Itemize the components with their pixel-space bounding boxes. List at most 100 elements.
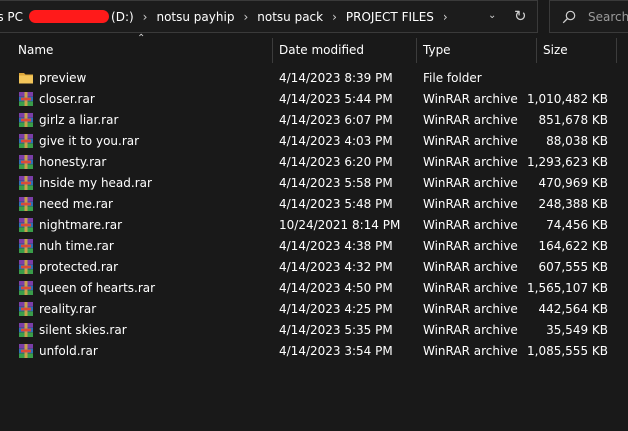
- file-row-reality[interactable]: reality.rar 4/14/2023 4:25 PM WinRAR arc…: [0, 299, 628, 320]
- file-size: 1,010,482 KB: [527, 92, 608, 106]
- search-box[interactable]: Search: [549, 0, 628, 33]
- file-type: WinRAR archive: [423, 260, 518, 274]
- file-name: girlz a liar.rar: [39, 113, 119, 127]
- file-name: unfold.rar: [39, 344, 98, 358]
- winrar-archive-icon: [18, 259, 34, 275]
- file-date: 4/14/2023 4:25 PM: [279, 302, 393, 316]
- winrar-archive-icon: [18, 175, 34, 191]
- column-header-name[interactable]: Name: [18, 38, 53, 63]
- file-size: 88,038 KB: [546, 134, 608, 148]
- file-type: WinRAR archive: [423, 323, 518, 337]
- file-list: preview 4/14/2023 8:39 PM File folder cl…: [0, 68, 628, 362]
- breadcrumb-this-pc[interactable]: is PC: [0, 10, 23, 24]
- column-header-row: Name Date modified Type Size: [0, 38, 628, 63]
- file-name: reality.rar: [39, 302, 97, 316]
- file-date: 4/14/2023 4:32 PM: [279, 260, 393, 274]
- file-type: WinRAR archive: [423, 197, 518, 211]
- file-date: 4/14/2023 6:07 PM: [279, 113, 393, 127]
- column-header-size[interactable]: Size: [543, 38, 568, 63]
- winrar-archive-icon: [18, 238, 34, 254]
- file-date: 4/14/2023 5:48 PM: [279, 197, 393, 211]
- breadcrumb-separator-icon[interactable]: ›: [323, 10, 346, 24]
- file-name: closer.rar: [39, 92, 95, 106]
- chevron-down-icon[interactable]: ⌄: [488, 10, 496, 21]
- file-type: WinRAR archive: [423, 281, 518, 295]
- winrar-archive-icon: [18, 343, 34, 359]
- file-size: 607,555 KB: [538, 260, 608, 274]
- file-row-nuh-time[interactable]: nuh time.rar 4/14/2023 4:38 PM WinRAR ar…: [0, 236, 628, 257]
- file-date: 4/14/2023 4:38 PM: [279, 239, 393, 253]
- file-date: 10/24/2021 8:14 PM: [279, 218, 401, 232]
- column-header-date[interactable]: Date modified: [279, 38, 364, 63]
- file-size: 1,293,623 KB: [527, 155, 608, 169]
- winrar-archive-icon: [18, 91, 34, 107]
- file-size: 35,549 KB: [546, 323, 608, 337]
- file-name: give it to you.rar: [39, 134, 140, 148]
- winrar-archive-icon: [18, 280, 34, 296]
- refresh-icon[interactable]: ↻: [514, 7, 527, 25]
- file-type: WinRAR archive: [423, 302, 518, 316]
- folder-icon: [18, 70, 34, 86]
- file-size: 851,678 KB: [538, 113, 608, 127]
- file-row-protected[interactable]: protected.rar 4/14/2023 4:32 PM WinRAR a…: [0, 257, 628, 278]
- address-bar[interactable]: is PC (D:) › notsu payhip › notsu pack ›…: [0, 0, 538, 33]
- file-name: honesty.rar: [39, 155, 107, 169]
- file-date: 4/14/2023 5:58 PM: [279, 176, 393, 190]
- search-input[interactable]: Search: [588, 10, 628, 24]
- file-date: 4/14/2023 5:44 PM: [279, 92, 393, 106]
- column-divider[interactable]: [272, 38, 273, 63]
- file-row-need-me[interactable]: need me.rar 4/14/2023 5:48 PM WinRAR arc…: [0, 194, 628, 215]
- file-size: 1,565,107 KB: [527, 281, 608, 295]
- breadcrumb-notsu-payhip[interactable]: notsu payhip: [156, 10, 234, 24]
- winrar-archive-icon: [18, 154, 34, 170]
- winrar-archive-icon: [18, 112, 34, 128]
- file-name: nuh time.rar: [39, 239, 114, 253]
- file-date: 4/14/2023 4:03 PM: [279, 134, 393, 148]
- file-row-unfold[interactable]: unfold.rar 4/14/2023 3:54 PM WinRAR arch…: [0, 341, 628, 362]
- file-name: nightmare.rar: [39, 218, 122, 232]
- file-type: WinRAR archive: [423, 344, 518, 358]
- breadcrumb-drive[interactable]: (D:): [111, 10, 134, 24]
- column-divider[interactable]: [536, 38, 537, 63]
- breadcrumb-project-files[interactable]: PROJECT FILES: [346, 10, 434, 24]
- file-row-girlz-a-liar[interactable]: girlz a liar.rar 4/14/2023 6:07 PM WinRA…: [0, 110, 628, 131]
- winrar-archive-icon: [18, 322, 34, 338]
- file-name: silent skies.rar: [39, 323, 127, 337]
- file-size: 470,969 KB: [538, 176, 608, 190]
- file-date: 4/14/2023 6:20 PM: [279, 155, 393, 169]
- file-type: WinRAR archive: [423, 155, 518, 169]
- winrar-archive-icon: [18, 217, 34, 233]
- file-date: 4/14/2023 3:54 PM: [279, 344, 393, 358]
- winrar-archive-icon: [18, 196, 34, 212]
- file-row-queen-of-hearts[interactable]: queen of hearts.rar 4/14/2023 4:50 PM Wi…: [0, 278, 628, 299]
- breadcrumb-notsu-pack[interactable]: notsu pack: [257, 10, 323, 24]
- search-icon: [562, 10, 576, 24]
- file-row-silent-skies[interactable]: silent skies.rar 4/14/2023 5:35 PM WinRA…: [0, 320, 628, 341]
- breadcrumb-separator-icon[interactable]: ›: [434, 10, 457, 24]
- file-type: WinRAR archive: [423, 113, 518, 127]
- file-row-give-it-to-you[interactable]: give it to you.rar 4/14/2023 4:03 PM Win…: [0, 131, 628, 152]
- file-date: 4/14/2023 8:39 PM: [279, 71, 393, 85]
- breadcrumb-separator-icon[interactable]: ›: [234, 10, 257, 24]
- file-name: preview: [39, 71, 87, 85]
- file-row-nightmare[interactable]: nightmare.rar 10/24/2021 8:14 PM WinRAR …: [0, 215, 628, 236]
- file-row-honesty[interactable]: honesty.rar 4/14/2023 6:20 PM WinRAR arc…: [0, 152, 628, 173]
- file-type: WinRAR archive: [423, 239, 518, 253]
- redacted-drive-label: [29, 10, 110, 23]
- column-divider[interactable]: [416, 38, 417, 63]
- file-date: 4/14/2023 4:50 PM: [279, 281, 393, 295]
- winrar-archive-icon: [18, 301, 34, 317]
- file-row-preview[interactable]: preview 4/14/2023 8:39 PM File folder: [0, 68, 628, 89]
- file-type: File folder: [423, 71, 482, 85]
- column-header-type[interactable]: Type: [423, 38, 451, 63]
- file-name: protected.rar: [39, 260, 119, 274]
- file-row-closer[interactable]: closer.rar 4/14/2023 5:44 PM WinRAR arch…: [0, 89, 628, 110]
- column-divider[interactable]: [616, 38, 617, 63]
- file-name: inside my head.rar: [39, 176, 152, 190]
- file-type: WinRAR archive: [423, 134, 518, 148]
- file-size: 1,085,555 KB: [527, 344, 608, 358]
- file-name: queen of hearts.rar: [39, 281, 156, 295]
- file-row-inside-my-head[interactable]: inside my head.rar 4/14/2023 5:58 PM Win…: [0, 173, 628, 194]
- breadcrumb-separator-icon[interactable]: ›: [134, 10, 157, 24]
- file-name: need me.rar: [39, 197, 113, 211]
